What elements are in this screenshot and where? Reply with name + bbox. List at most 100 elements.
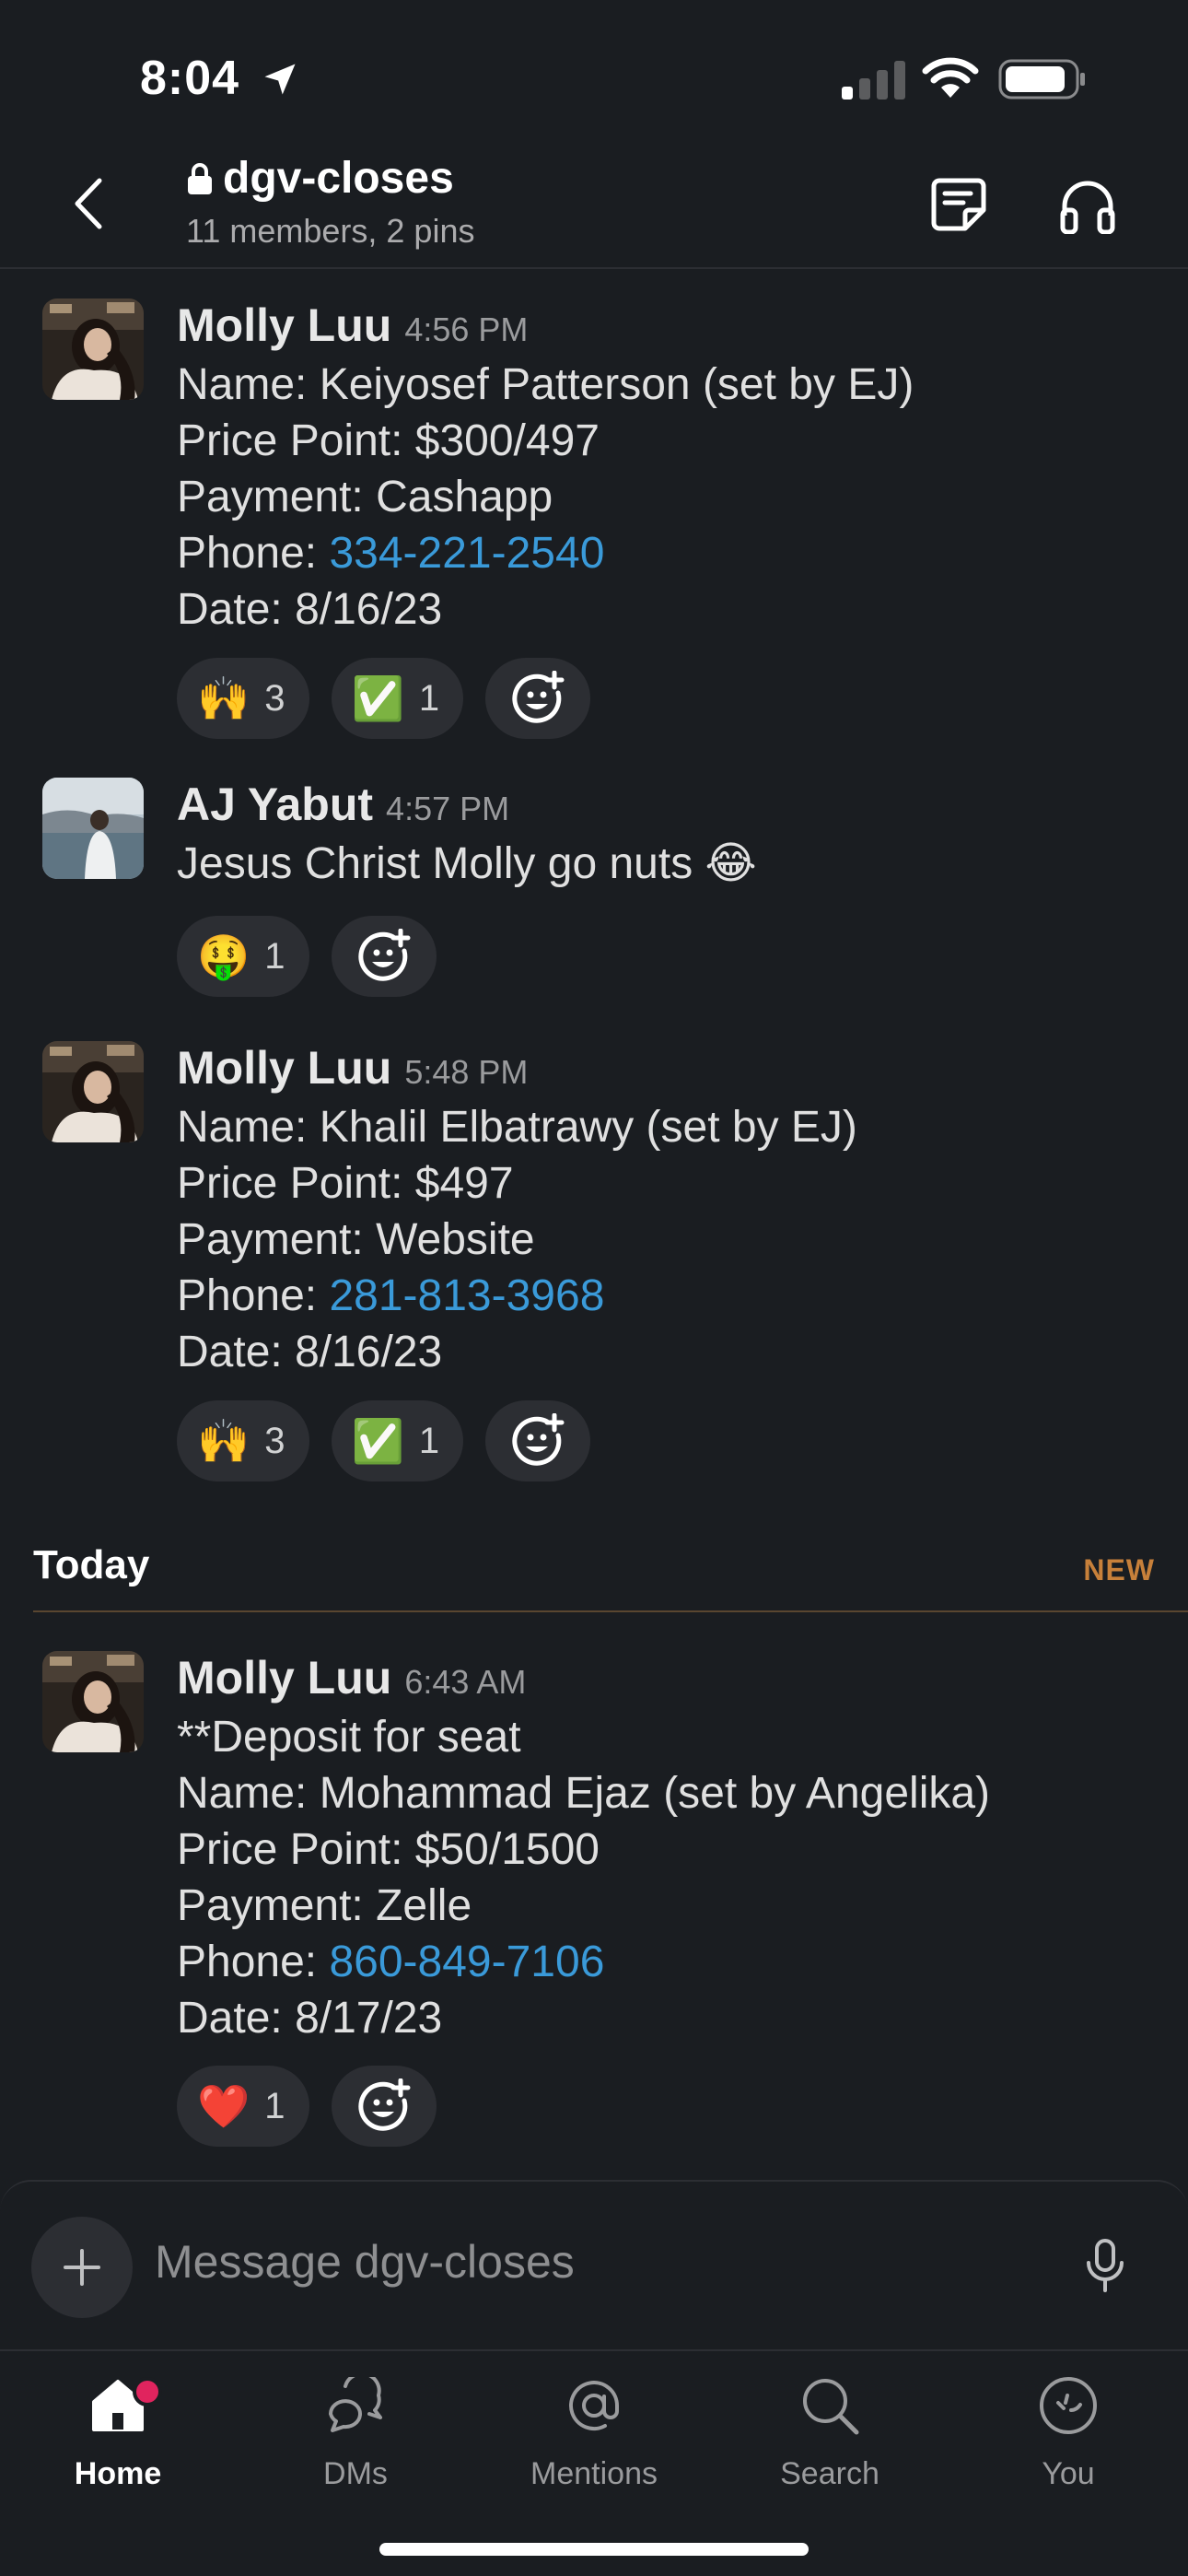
message-text-line: Price Point: $497 (177, 1159, 514, 1208)
tab-label: Mentions (530, 2456, 658, 2491)
cellular-signal-icon (842, 61, 905, 100)
reaction-pill[interactable]: ✅ 1 (331, 1400, 464, 1481)
avatar-image (42, 299, 144, 400)
add-reaction-button[interactable] (485, 658, 591, 739)
microphone-icon[interactable] (1083, 2237, 1127, 2294)
phone-link[interactable]: 860-849-7106 (329, 1938, 604, 1986)
phone-link[interactable]: 334-221-2540 (329, 529, 604, 578)
canvas-icon[interactable] (930, 175, 987, 232)
attach-button[interactable] (31, 2217, 133, 2318)
message-header: Molly Luu 4:56 PM (177, 299, 528, 352)
add-reaction-button[interactable] (485, 1400, 591, 1481)
message-timestamp: 6:43 AM (404, 1663, 527, 1701)
reactions-row: ❤️ 1 (177, 2066, 437, 2147)
reaction-pill[interactable]: 🤑 1 (177, 916, 309, 997)
message-text-line: Price Point: $300/497 (177, 416, 600, 465)
reactions-row: 🤑 1 (177, 916, 437, 997)
message-input[interactable]: Message dgv-closes (155, 2235, 575, 2289)
tab-label: You (1042, 2456, 1095, 2491)
raised-hands-emoji: 🙌 (197, 1417, 250, 1465)
channel-meta[interactable]: 11 members, 2 pins (186, 212, 474, 251)
reaction-count: 3 (264, 677, 285, 719)
message-text-line: Payment: Website (177, 1215, 535, 1264)
check-mark-emoji: ✅ (351, 674, 404, 722)
channel-name: dgv-closes (223, 154, 454, 203)
author-name[interactable]: Molly Luu (177, 1651, 391, 1704)
channel-title[interactable]: dgv-closes (186, 153, 454, 204)
author-name[interactable]: Molly Luu (177, 299, 391, 352)
add-emoji-icon (512, 671, 565, 723)
phone-link[interactable]: 281-813-3968 (329, 1271, 604, 1320)
avatar[interactable] (42, 1041, 144, 1142)
battery-icon (998, 59, 1085, 100)
message-text-line: Phone: 334-221-2540 (177, 527, 604, 580)
message-timestamp: 5:48 PM (404, 1053, 529, 1091)
tab-mentions[interactable]: Mentions (502, 2364, 686, 2502)
headphones-icon[interactable] (1059, 179, 1116, 234)
message-text-line: Date: 8/16/23 (177, 1328, 443, 1376)
raised-hands-emoji: 🙌 (197, 674, 250, 722)
home-indicator (379, 2543, 809, 2556)
reaction-pill[interactable]: ✅ 1 (331, 658, 464, 739)
reaction-count: 1 (264, 2085, 285, 2126)
avatar-image (42, 1651, 144, 1752)
author-name[interactable]: Molly Luu (177, 1041, 391, 1095)
status-time: 8:04 (140, 52, 240, 105)
divider-date-label: Today (33, 1542, 150, 1587)
wifi-icon (922, 57, 979, 98)
new-badge: NEW (1083, 1553, 1155, 1587)
tab-search[interactable]: Search (738, 2364, 922, 2502)
message-text-line: Payment: Cashapp (177, 473, 553, 521)
tab-you[interactable]: You (976, 2364, 1160, 2502)
you-icon (1040, 2377, 1097, 2434)
reaction-pill[interactable]: 🙌 3 (177, 1400, 309, 1481)
reactions-row: 🙌 3 ✅ 1 (177, 658, 591, 739)
reaction-pill[interactable]: ❤️ 1 (177, 2066, 309, 2147)
message-header: Molly Luu 6:43 AM (177, 1651, 526, 1704)
at-icon (569, 2381, 619, 2431)
check-mark-emoji: ✅ (351, 1417, 404, 1465)
message-composer: Message dgv-closes (0, 2180, 1188, 2349)
avatar[interactable] (42, 1651, 144, 1752)
message-text-line: Name: Keiyosef Patterson (set by EJ) (177, 360, 914, 409)
money-mouth-emoji: 🤑 (197, 932, 250, 980)
add-emoji-icon (357, 929, 411, 981)
author-name[interactable]: AJ Yabut (177, 778, 373, 831)
back-chevron-icon[interactable] (66, 175, 112, 232)
phone-prefix: Phone: (177, 1271, 330, 1320)
search-icon (803, 2379, 859, 2435)
notification-dot (133, 2377, 162, 2406)
tab-dms[interactable]: DMs (263, 2364, 448, 2502)
avatar-image (42, 1041, 144, 1142)
message-text-line: Name: Mohammad Ejaz (set by Angelika) (177, 1769, 991, 1818)
reaction-count: 1 (418, 1420, 440, 1461)
tab-home[interactable]: Home (26, 2364, 210, 2502)
message-text-line: Phone: 860-849-7106 (177, 1936, 604, 1989)
message-text-line: **Deposit for seat (177, 1713, 521, 1762)
phone-prefix: Phone: (177, 1938, 330, 1986)
reaction-count: 1 (264, 935, 285, 977)
message-text-line: Date: 8/16/23 (177, 585, 443, 634)
reactions-row: 🙌 3 ✅ 1 (177, 1400, 591, 1481)
avatar[interactable] (42, 778, 144, 879)
channel-header: dgv-closes 11 members, 2 pins (0, 138, 1188, 269)
message-text-line: Price Point: $50/1500 (177, 1825, 600, 1874)
add-reaction-button[interactable] (331, 916, 437, 997)
add-emoji-icon (357, 2078, 411, 2131)
avatar[interactable] (42, 299, 144, 400)
tab-label: Search (780, 2456, 879, 2491)
add-reaction-button[interactable] (331, 2066, 437, 2147)
message-list[interactable]: Molly Luu 4:56 PM Name: Keiyosef Patters… (0, 271, 1188, 2178)
message-text-line: Name: Khalil Elbatrawy (set by EJ) (177, 1103, 857, 1152)
divider-line (33, 1610, 1188, 1612)
avatar-image (42, 778, 144, 879)
message-timestamp: 4:56 PM (404, 310, 529, 348)
tab-label: Home (74, 2456, 162, 2491)
dms-icon (329, 2377, 382, 2432)
message-header: Molly Luu 5:48 PM (177, 1041, 528, 1095)
message-text-line: Phone: 281-813-3968 (177, 1270, 604, 1323)
lock-icon (188, 162, 212, 194)
message-text-line: Payment: Zelle (177, 1881, 472, 1930)
reaction-pill[interactable]: 🙌 3 (177, 658, 309, 739)
add-emoji-icon (512, 1413, 565, 1466)
